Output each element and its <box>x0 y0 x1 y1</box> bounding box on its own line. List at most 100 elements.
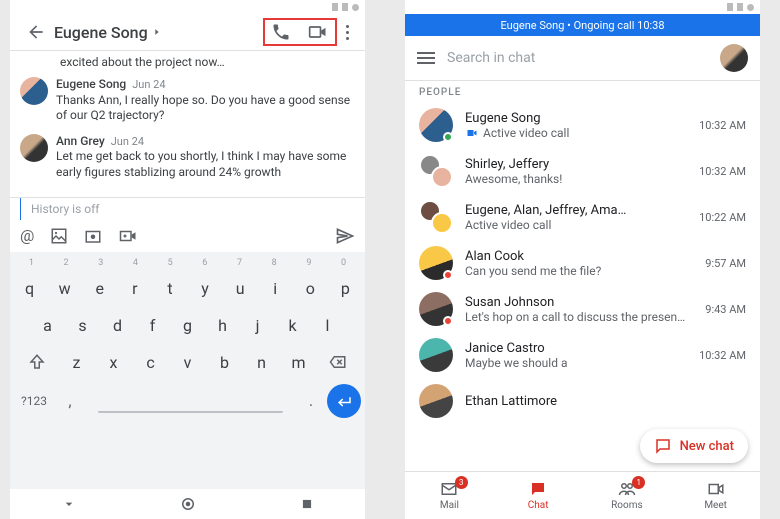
message-sender: Ann Grey <box>56 134 105 150</box>
android-nav-bar <box>10 489 365 519</box>
group-avatar <box>419 200 453 234</box>
chat-icon <box>528 480 548 498</box>
avatar <box>20 77 48 105</box>
item-time: 9:43 AM <box>705 303 746 316</box>
key[interactable]: f <box>137 310 168 341</box>
key[interactable]: o <box>295 273 326 304</box>
key[interactable]: m <box>282 347 315 378</box>
period-key[interactable]: . <box>299 391 323 410</box>
tab-mail[interactable]: 3 Mail <box>405 472 494 519</box>
presence-icon <box>443 316 453 326</box>
mention-icon[interactable]: @ <box>20 226 34 245</box>
account-avatar[interactable] <box>720 44 748 72</box>
key[interactable]: l <box>312 310 343 341</box>
list-item[interactable]: Janice Castro Maybe we should a 10:32 AM <box>405 332 760 378</box>
backspace-key-icon[interactable] <box>319 353 357 371</box>
fab-label: New chat <box>680 439 734 454</box>
send-icon[interactable] <box>335 226 355 246</box>
ongoing-call-banner[interactable]: Eugene Song • Ongoing call 10:38 <box>405 14 760 36</box>
item-name: Alan Cook <box>465 249 693 264</box>
call-actions-highlight <box>263 18 337 46</box>
item-time: 10:32 AM <box>699 165 746 178</box>
message-item: Ann Grey Jun 24 Let me get back to you s… <box>20 134 355 181</box>
key[interactable]: p <box>330 273 361 304</box>
item-time: 10:32 AM <box>699 119 746 132</box>
nav-recent-icon[interactable] <box>300 497 314 511</box>
list-item[interactable]: Alan Cook Can you send me the file? 9:57… <box>405 240 760 286</box>
list-item[interactable]: Shirley, Jeffery Awesome, thanks! 10:32 … <box>405 148 760 194</box>
camera-icon[interactable] <box>84 227 102 245</box>
key[interactable]: h <box>207 310 238 341</box>
video-attach-icon[interactable] <box>118 227 138 245</box>
chat-icon <box>654 437 672 455</box>
new-chat-fab[interactable]: New chat <box>640 429 748 463</box>
avatar <box>419 246 453 280</box>
list-item[interactable]: Eugene Song Active video call 10:32 AM <box>405 102 760 148</box>
key[interactable]: s <box>67 310 98 341</box>
message-date: Jun 24 <box>132 78 165 92</box>
meet-icon <box>705 480 727 498</box>
video-call-icon[interactable] <box>307 22 329 42</box>
avatar <box>20 134 48 162</box>
key[interactable]: j <box>242 310 273 341</box>
message-date: Jun 24 <box>111 135 144 149</box>
more-menu-icon[interactable] <box>337 25 357 40</box>
key[interactable]: z <box>60 347 93 378</box>
tab-rooms[interactable]: 1 Rooms <box>583 472 672 519</box>
section-label: PEOPLE <box>405 81 760 102</box>
status-bar <box>10 0 365 14</box>
image-icon[interactable] <box>50 227 68 245</box>
item-name: Eugene, Alan, Jeffrey, Ama… <box>465 203 687 218</box>
voice-call-icon[interactable] <box>271 22 291 42</box>
tab-chat[interactable]: Chat <box>494 472 583 519</box>
item-time: 10:32 AM <box>699 349 746 362</box>
message-item: Eugene Song Jun 24 Thanks Ann, I really … <box>20 77 355 124</box>
key[interactable]: u <box>225 273 256 304</box>
keyboard-row: ?123 , . <box>14 384 361 418</box>
title-text: Eugene Song <box>54 23 148 42</box>
key[interactable]: i <box>260 273 291 304</box>
key[interactable]: d <box>102 310 133 341</box>
status-bar <box>405 0 760 14</box>
item-name: Janice Castro <box>465 341 687 356</box>
avatar <box>419 292 453 326</box>
search-bar[interactable]: Search in chat <box>405 36 760 80</box>
list-item[interactable]: Susan Johnson Let's hop on a call to dis… <box>405 286 760 332</box>
compose-input[interactable]: History is off <box>20 198 365 220</box>
key[interactable]: t <box>154 273 185 304</box>
key[interactable]: y <box>190 273 221 304</box>
list-item[interactable]: Ethan Lattimore <box>405 378 760 424</box>
key[interactable]: e <box>84 273 115 304</box>
nav-home-icon[interactable] <box>179 495 197 513</box>
list-item[interactable]: Eugene, Alan, Jeffrey, Ama… Active video… <box>405 194 760 240</box>
key[interactable]: k <box>277 310 308 341</box>
space-key[interactable] <box>98 389 283 413</box>
menu-icon[interactable] <box>417 52 435 64</box>
key[interactable]: v <box>171 347 204 378</box>
key[interactable]: x <box>97 347 130 378</box>
avatar <box>419 338 453 372</box>
group-avatar <box>419 154 453 188</box>
key[interactable]: a <box>32 310 63 341</box>
key[interactable]: c <box>134 347 167 378</box>
back-icon[interactable] <box>18 14 54 50</box>
key[interactable]: n <box>245 347 278 378</box>
tab-meet[interactable]: Meet <box>671 472 760 519</box>
phone-chat-conversation: Eugene Song excited about the project no… <box>10 0 365 519</box>
comma-key[interactable]: , <box>58 391 82 410</box>
tab-label: Mail <box>440 500 459 511</box>
key[interactable]: q <box>14 273 45 304</box>
key[interactable]: w <box>49 273 80 304</box>
key[interactable]: r <box>119 273 150 304</box>
nav-back-icon[interactable] <box>61 496 77 512</box>
key[interactable]: g <box>172 310 203 341</box>
mode-switch-key[interactable]: ?123 <box>14 394 54 408</box>
conversation-title[interactable]: Eugene Song <box>54 23 162 42</box>
key[interactable]: b <box>208 347 241 378</box>
phone-chat-list: Eugene Song • Ongoing call 10:38 Search … <box>405 0 760 519</box>
enter-key-icon[interactable] <box>327 384 361 418</box>
shift-key-icon[interactable] <box>18 353 56 371</box>
item-name: Shirley, Jeffery <box>465 157 687 172</box>
compose-toolbar: @ <box>10 220 365 252</box>
message-snippet: excited about the project now… <box>60 55 355 69</box>
